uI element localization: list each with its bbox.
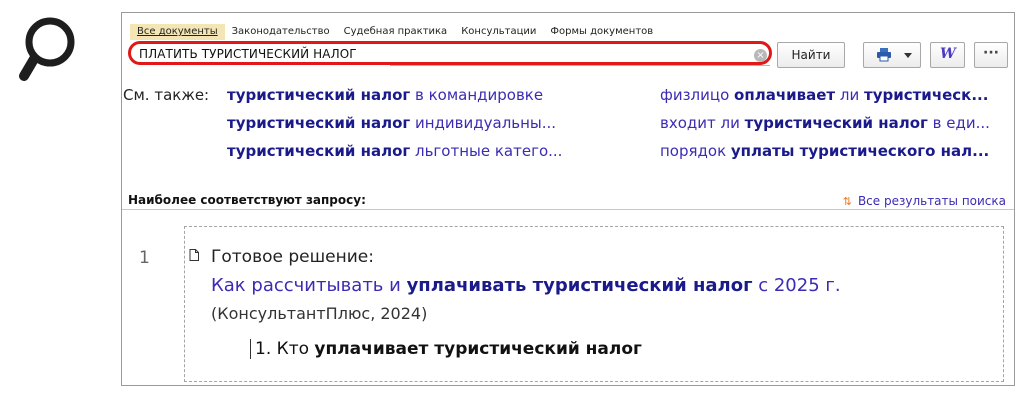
printer-icon [877, 48, 891, 62]
results-header: Наиболее соответствуют запросу: [128, 193, 366, 207]
see-also-link[interactable]: туристический налог в командировке [227, 86, 543, 104]
document-icon [189, 249, 199, 261]
search-input[interactable]: ПЛАТИТЬ ТУРИСТИЧЕСКИЙ НАЛОГ [128, 41, 772, 65]
ellipsis-icon: ··· [983, 45, 999, 61]
tab-all-documents[interactable]: Все документы [130, 24, 225, 40]
all-results-link[interactable]: ⇅ Все результаты поиска [843, 194, 1006, 208]
see-also-link[interactable]: входит ли туристический налог в еди... [660, 114, 990, 132]
tab-court-practice[interactable]: Судебная практика [337, 24, 455, 40]
word-export-button[interactable]: W [930, 42, 965, 68]
see-also-label: См. также: [123, 86, 210, 104]
divider [122, 209, 1014, 210]
see-also-link[interactable]: порядок уплаты туристического нал... [660, 142, 989, 160]
result-source: (КонсультантПлюс, 2024) [211, 304, 428, 323]
chevron-down-icon [904, 53, 912, 58]
word-export-icon: W [940, 46, 956, 62]
result-number: 1 [139, 248, 150, 268]
search-input-value: ПЛАТИТЬ ТУРИСТИЧЕСКИЙ НАЛОГ [139, 47, 357, 61]
see-also-link[interactable]: туристический налог льготные катего... [227, 142, 562, 160]
more-button[interactable]: ··· [974, 42, 1008, 68]
magnifier-icon [19, 17, 75, 81]
find-button[interactable]: Найти [777, 42, 845, 68]
result-section-link[interactable]: 1. Кто уплачивает туристический налог [250, 339, 642, 359]
result-item: Готовое решение: Как рассчитывать и упла… [184, 226, 1004, 382]
search-panel: Все документы Законодательство Судебная … [121, 12, 1015, 386]
tab-document-forms[interactable]: Формы документов [543, 24, 660, 40]
result-title-link[interactable]: Как рассчитывать и уплачивать туристичес… [211, 275, 841, 296]
tab-legislation[interactable]: Законодательство [225, 24, 337, 40]
tab-bar: Все документы Законодательство Судебная … [130, 24, 660, 40]
result-type-label: Готовое решение: [211, 247, 374, 267]
sort-icon: ⇅ [842, 195, 852, 208]
tab-consultations[interactable]: Консультации [454, 24, 543, 40]
clear-icon[interactable]: × [754, 49, 767, 62]
see-also-link[interactable]: физлицо оплачивает ли туристическ... [660, 86, 988, 104]
see-also-link[interactable]: туристический налог индивидуальны... [227, 114, 556, 132]
print-button[interactable] [863, 42, 921, 68]
